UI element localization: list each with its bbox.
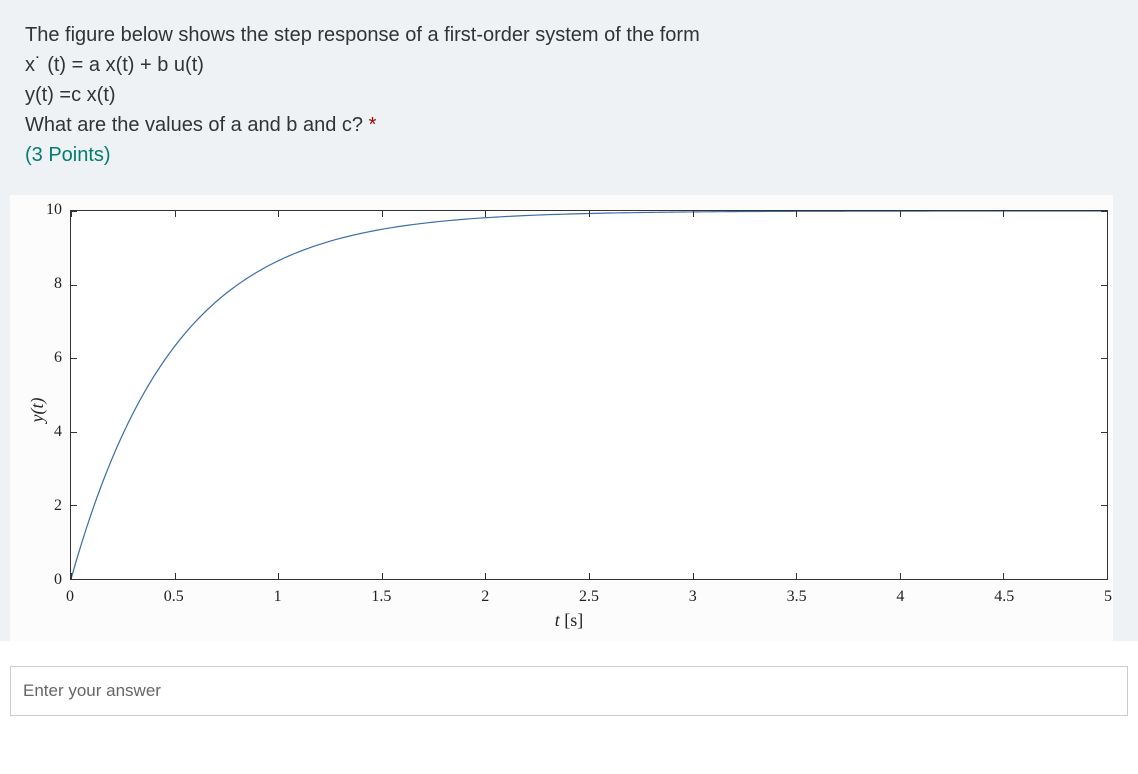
question-prompt: What are the values of a and b and c?: [25, 114, 363, 136]
question-line-4: What are the values of a and b and c? *: [25, 110, 1113, 140]
y-tick: 4: [54, 423, 62, 441]
x-axis-unit: [s]: [564, 610, 583, 630]
plot-box: [70, 210, 1108, 580]
question-text: The figure below shows the step response…: [10, 20, 1113, 170]
x-tick: 3: [689, 588, 697, 606]
x-tick: 3.5: [787, 588, 807, 606]
y-tick: 10: [46, 201, 62, 219]
response-curve: [71, 211, 1107, 579]
answer-input[interactable]: [10, 666, 1128, 716]
question-line-2: x˙ (t) = a x(t) + b u(t): [25, 50, 1113, 80]
y-tick: 0: [54, 571, 62, 589]
y-tick: 6: [54, 349, 62, 367]
chart-wrapper: y(t) 0246810 00.511.522.533.544.55 t [s]: [10, 195, 1113, 641]
y-tick-labels: 0246810: [38, 210, 68, 580]
x-tick: 2: [481, 588, 489, 606]
x-tick: 1: [274, 588, 282, 606]
plot-zone: 0246810 00.511.522.533.544.55: [70, 210, 1108, 610]
chart-area: y(t) 0246810 00.511.522.533.544.55: [30, 210, 1108, 610]
x-tick: 1.5: [371, 588, 391, 606]
required-mark: *: [369, 114, 377, 136]
question-line-1: The figure below shows the step response…: [25, 20, 1113, 50]
x-tick: 4: [896, 588, 904, 606]
y-tick: 2: [54, 497, 62, 515]
question-container: The figure below shows the step response…: [0, 0, 1138, 641]
x-tick: 0.5: [164, 588, 184, 606]
x-axis-var: t: [555, 610, 560, 630]
x-tick: 4.5: [994, 588, 1014, 606]
y-tick: 8: [54, 275, 62, 293]
x-tick-labels: 00.511.522.533.544.55: [70, 585, 1108, 610]
answer-input-wrapper: [0, 641, 1138, 726]
x-tick: 5: [1104, 588, 1112, 606]
x-axis-label: t [s]: [30, 610, 1108, 631]
x-tick: 0: [66, 588, 74, 606]
points-label: (3 Points): [25, 140, 1113, 170]
x-tick: 2.5: [579, 588, 599, 606]
question-line-3: y(t) =c x(t): [25, 80, 1113, 110]
